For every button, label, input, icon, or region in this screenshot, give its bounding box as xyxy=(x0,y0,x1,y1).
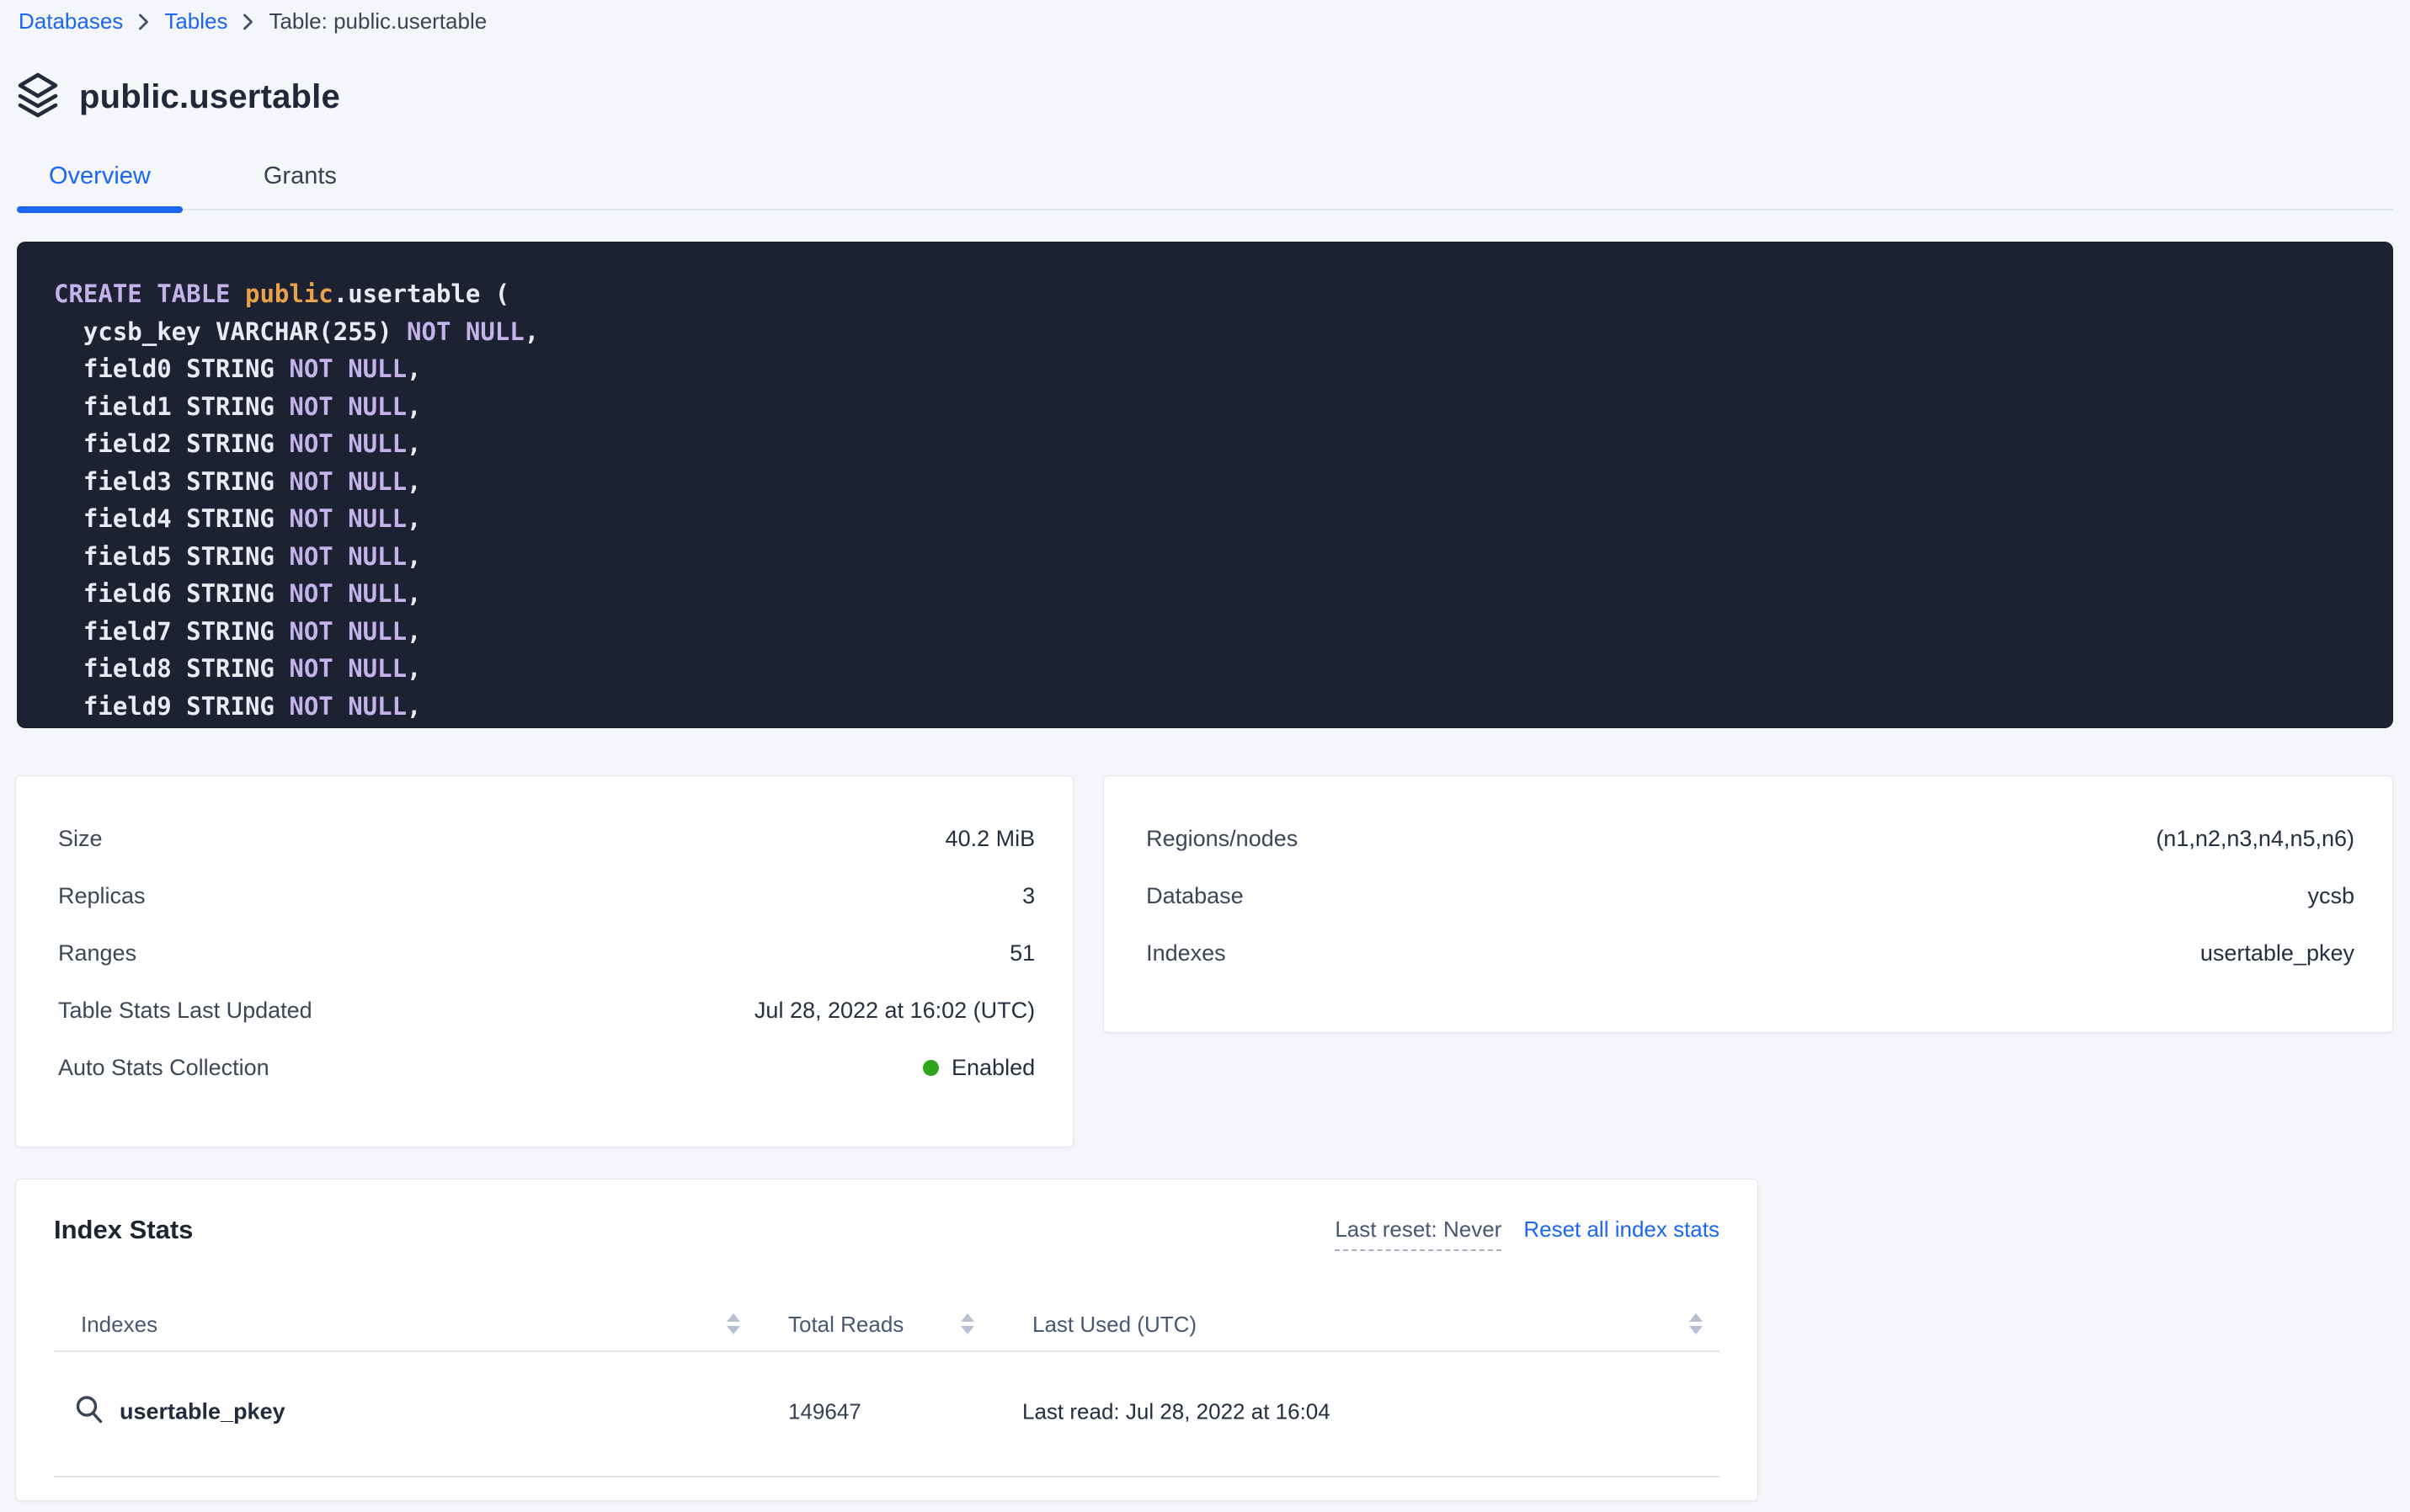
tab-grants-label: Grants xyxy=(264,162,337,189)
summary-cards: Size 40.2 MiB Replicas 3 Ranges 51 Table… xyxy=(15,775,2393,1147)
tab-bar: Overview Grants xyxy=(17,162,2393,210)
tab-overview[interactable]: Overview xyxy=(17,162,183,209)
sql-line: field6 STRING NOT NULL, xyxy=(54,575,2359,613)
sort-icon[interactable] xyxy=(1689,1313,1703,1334)
column-header-indexes[interactable]: Indexes xyxy=(81,1312,157,1338)
sql-line: field4 STRING NOT NULL, xyxy=(54,500,2359,538)
stat-label: Regions/nodes xyxy=(1146,826,1298,852)
sql-line: field8 STRING NOT NULL, xyxy=(54,650,2359,688)
stat-row-regions: Regions/nodes (n1,n2,n3,n4,n5,n6) xyxy=(1146,810,2354,867)
stat-label: Replicas xyxy=(58,883,146,909)
sql-line: field9 STRING NOT NULL, xyxy=(54,688,2359,726)
sql-line: ycsb_key VARCHAR(255) NOT NULL, xyxy=(54,313,2359,351)
table-row: usertable_pkey 149647 Last read: Jul 28,… xyxy=(54,1352,1720,1471)
stat-row-ranges: Ranges 51 xyxy=(58,924,1035,982)
stat-value: Jul 28, 2022 at 16:02 (UTC) xyxy=(754,998,1035,1024)
search-icon xyxy=(74,1394,104,1429)
create-table-statement: CREATE TABLE public.usertable ( ycsb_key… xyxy=(17,242,2393,728)
stat-label: Indexes xyxy=(1146,940,1226,966)
status-enabled-dot xyxy=(923,1060,939,1076)
breadcrumb: Databases Tables Table: public.usertable xyxy=(19,8,2410,35)
column-header-last-used[interactable]: Last Used (UTC) xyxy=(1032,1312,1197,1338)
sql-line: field1 STRING NOT NULL, xyxy=(54,388,2359,426)
index-last-used: Last read: Jul 28, 2022 at 16:04 xyxy=(1022,1398,1330,1424)
sql-line: field5 STRING NOT NULL, xyxy=(54,538,2359,576)
index-total-reads: 149647 xyxy=(788,1398,861,1424)
stat-label: Ranges xyxy=(58,940,136,966)
stat-value: 51 xyxy=(1010,940,1035,966)
stat-label: Table Stats Last Updated xyxy=(58,998,312,1024)
index-name-link[interactable]: usertable_pkey xyxy=(120,1398,285,1424)
index-stats-controls: Last reset: Never Reset all index stats xyxy=(1335,1217,1720,1251)
stat-value: Enabled xyxy=(923,1055,1035,1081)
chevron-right-icon xyxy=(138,13,149,31)
tab-overview-label: Overview xyxy=(49,162,151,189)
stat-row-auto-stats: Auto Stats Collection Enabled xyxy=(58,1039,1035,1096)
stat-row-size: Size 40.2 MiB xyxy=(58,810,1035,867)
stat-value: ycsb xyxy=(2307,883,2354,909)
sql-line: CREATE TABLE public.usertable ( xyxy=(54,275,2359,313)
stat-label: Size xyxy=(58,826,103,852)
stat-value: 40.2 MiB xyxy=(946,826,1036,852)
last-reset-label[interactable]: Last reset: Never xyxy=(1335,1217,1501,1251)
index-stats-title: Index Stats xyxy=(54,1215,193,1245)
stat-label: Database xyxy=(1146,883,1244,909)
stat-row-stats-updated: Table Stats Last Updated Jul 28, 2022 at… xyxy=(58,982,1035,1039)
sort-icon[interactable] xyxy=(961,1313,974,1334)
stat-row-indexes: Indexes usertable_pkey xyxy=(1146,924,2354,982)
breadcrumb-databases-link[interactable]: Databases xyxy=(19,8,123,35)
table-info-card: Regions/nodes (n1,n2,n3,n4,n5,n6) Databa… xyxy=(1103,775,2393,1033)
sql-line: field0 STRING NOT NULL, xyxy=(54,350,2359,388)
index-table-header: Indexes Total Reads Last Used (UTC) xyxy=(54,1312,1720,1345)
reset-index-stats-link[interactable]: Reset all index stats xyxy=(1523,1217,1720,1243)
page-title: public.usertable xyxy=(79,78,340,116)
page-header: public.usertable xyxy=(17,73,2410,120)
chevron-right-icon xyxy=(243,13,253,31)
breadcrumb-tables-link[interactable]: Tables xyxy=(164,8,227,35)
column-header-total-reads[interactable]: Total Reads xyxy=(788,1312,904,1338)
status-enabled-label: Enabled xyxy=(952,1055,1035,1081)
sql-line: field2 STRING NOT NULL, xyxy=(54,425,2359,463)
sql-line: field3 STRING NOT NULL, xyxy=(54,463,2359,501)
stat-row-replicas: Replicas 3 xyxy=(58,867,1035,924)
stat-value: 3 xyxy=(1022,883,1035,909)
breadcrumb-current: Table: public.usertable xyxy=(269,8,487,35)
tab-grants[interactable]: Grants xyxy=(232,162,369,209)
active-tab-indicator xyxy=(17,206,183,213)
stat-value: usertable_pkey xyxy=(2200,940,2354,966)
stat-value: (n1,n2,n3,n4,n5,n6) xyxy=(2156,826,2354,852)
table-stack-icon xyxy=(17,72,59,123)
index-stats-card: Index Stats Last reset: Never Reset all … xyxy=(15,1179,1758,1501)
sql-line: field7 STRING NOT NULL, xyxy=(54,613,2359,651)
stat-label: Auto Stats Collection xyxy=(58,1055,269,1081)
index-stats-header: Index Stats Last reset: Never Reset all … xyxy=(54,1215,1720,1251)
sort-icon[interactable] xyxy=(727,1313,740,1334)
stat-row-database: Database ycsb xyxy=(1146,867,2354,924)
table-row-divider xyxy=(54,1476,1720,1477)
table-stats-card: Size 40.2 MiB Replicas 3 Ranges 51 Table… xyxy=(15,775,1074,1147)
